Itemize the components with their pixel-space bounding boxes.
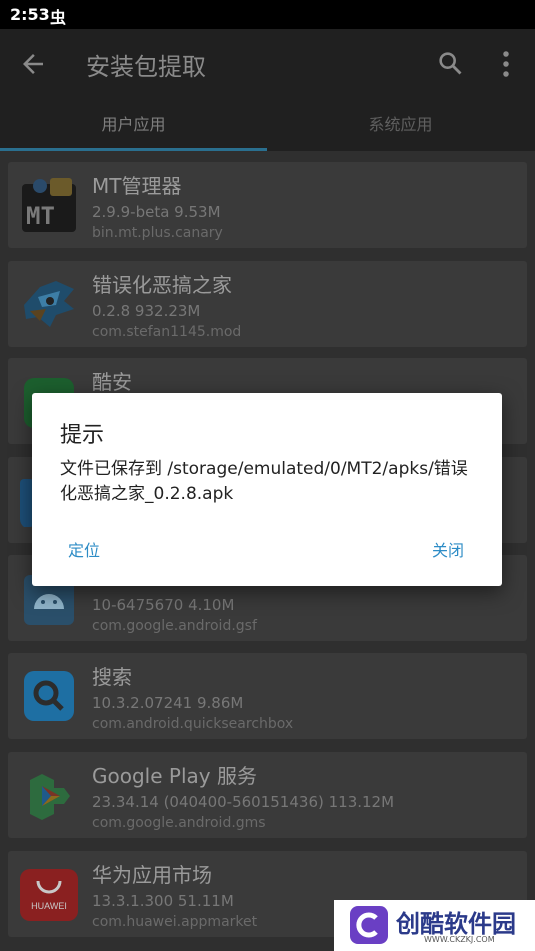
huawei-icon-label: HUAWEI <box>31 901 67 911</box>
list-item[interactable]: 搜索 10.3.2.07241 9.86M com.android.quicks… <box>8 653 527 739</box>
app-version-size: 10.3.2.07241 9.86M <box>92 694 244 712</box>
tab-bar: 用户应用 系统应用 <box>0 99 535 151</box>
app-version-size: 0.2.8 932.23M <box>92 302 201 320</box>
app-version-size: 13.3.1.300 51.11M <box>92 892 234 910</box>
app-version-size: 2.9.9-beta 9.53M <box>92 203 221 221</box>
app-version-size: 10-6475670 4.10M <box>92 596 235 614</box>
app-package: bin.mt.plus.canary <box>92 225 223 241</box>
list-item[interactable]: MT MT管理器 2.9.9-beta 9.53M bin.mt.plus.ca… <box>8 162 527 248</box>
list-item[interactable]: 错误化恶搞之家 0.2.8 932.23M com.stefan1145.mod <box>8 261 527 347</box>
svg-text:MT: MT <box>26 202 55 230</box>
app-name: Google Play 服务 <box>92 764 257 788</box>
dialog-message: 文件已保存到 /storage/emulated/0/MT2/apks/错误化恶… <box>60 459 468 504</box>
app-package: com.google.android.gsf <box>92 618 257 634</box>
app-package: com.google.android.gms <box>92 815 266 831</box>
app-name: 搜索 <box>92 665 132 689</box>
app-name: 酷安 <box>92 370 132 394</box>
page-title: 安装包提取 <box>86 53 206 81</box>
app-name: 错误化恶搞之家 <box>92 273 232 297</box>
huawei-appgallery-icon: HUAWEI <box>20 869 78 921</box>
site-watermark: 创酷软件园 WWW.CKZKJ.COM <box>334 900 535 951</box>
bug-icon: 虫 <box>50 8 67 27</box>
back-arrow-icon[interactable] <box>18 49 48 79</box>
bird-character-icon <box>24 281 74 327</box>
watermark-url: WWW.CKZKJ.COM <box>424 935 495 944</box>
app-package: com.huawei.appmarket <box>92 914 258 930</box>
locate-button[interactable]: 定位 <box>68 537 100 561</box>
search-icon[interactable] <box>436 49 464 77</box>
tab-system-apps[interactable]: 系统应用 <box>267 99 534 151</box>
play-services-icon <box>30 774 70 820</box>
app-package: com.stefan1145.mod <box>92 324 242 340</box>
tab-user-apps[interactable]: 用户应用 <box>0 99 267 151</box>
mt-manager-icon: MT <box>22 178 76 232</box>
save-notice-dialog: 提示 文件已保存到 /storage/emulated/0/MT2/apks/错… <box>32 393 502 586</box>
status-time: 2:53 <box>10 5 50 24</box>
more-options-icon[interactable] <box>496 49 516 79</box>
watermark-text: 创酷软件园 <box>396 910 516 938</box>
app-name: MT管理器 <box>92 174 182 198</box>
app-bar: 安装包提取 <box>0 29 535 99</box>
search-app-icon <box>24 671 74 721</box>
app-package: com.android.quicksearchbox <box>92 716 294 732</box>
list-item[interactable]: Google Play 服务 23.34.14 (040400-56015143… <box>8 752 527 838</box>
app-version-size: 23.34.14 (040400-560151436) 113.12M <box>92 793 395 811</box>
site-logo-icon <box>350 906 388 944</box>
dialog-title: 提示 <box>60 423 105 448</box>
status-bar: 2:53 虫 <box>0 0 535 29</box>
close-button[interactable]: 关闭 <box>432 537 464 561</box>
app-name: 华为应用市场 <box>92 863 212 887</box>
